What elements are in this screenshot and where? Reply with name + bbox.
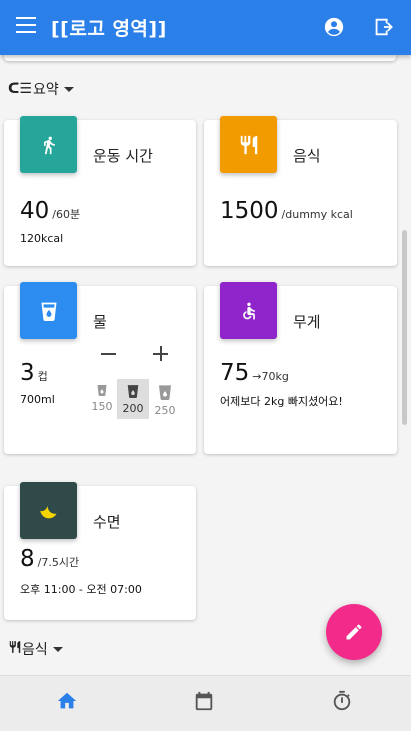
weight-card[interactable]: 무게 75 →70kg 어제보다 2kg 빠지셨어요! (204, 282, 397, 454)
sleep-value-row: 8/7.5시간 (20, 546, 79, 572)
pencil-icon (346, 624, 362, 640)
cup-option-200[interactable]: 200 (117, 379, 149, 419)
food-section-label: 음식 (22, 642, 48, 658)
exercise-title: 운동 시간 (93, 147, 153, 165)
food-unit: /dummy kcal (281, 208, 353, 221)
cup-option-label: 250 (154, 404, 176, 417)
food-card[interactable]: 음식 1500/dummy kcal (204, 116, 397, 266)
account-circle-icon[interactable] (323, 16, 345, 38)
exercise-value-row: 40/60분 (20, 198, 80, 224)
caret-down-icon (63, 86, 74, 92)
water-title: 물 (93, 313, 107, 331)
water-cup-icon (20, 282, 77, 339)
restaurant-icon (8, 639, 22, 659)
exercise-unit: /60분 (52, 208, 81, 221)
water-value: 3 (20, 360, 35, 386)
scrollbar-thumb[interactable] (402, 230, 407, 425)
water-stepper (101, 343, 171, 365)
water-card[interactable]: 물 3컵 700ml 150 200 250 (4, 282, 196, 454)
exercise-kcal: 120kcal (20, 232, 64, 245)
exercise-card[interactable]: 운동 시간 40/60분 120kcal (4, 116, 196, 266)
cup-option-label: 200 (122, 402, 144, 415)
cup-option-150[interactable]: 150 (86, 379, 118, 419)
summary-label: 요약 (32, 82, 59, 98)
bottom-navigation (0, 675, 411, 731)
walk-icon (20, 116, 77, 173)
calendar-icon[interactable] (193, 690, 217, 714)
timer-icon[interactable] (331, 690, 355, 714)
menu-icon[interactable] (16, 17, 36, 35)
caret-down-icon (52, 646, 63, 652)
food-value-row: 1500/dummy kcal (220, 198, 353, 224)
cup-option-250[interactable]: 250 (149, 379, 181, 419)
food-title: 음식 (293, 147, 321, 165)
weight-title: 무게 (293, 313, 321, 331)
sleep-card[interactable]: 수면 8/7.5시간 오후 11:00 - 오전 07:00 (4, 482, 196, 620)
sleep-goal: /7.5시간 (37, 556, 80, 569)
accessible-icon (220, 282, 277, 339)
food-value: 1500 (220, 198, 279, 224)
food-section-header[interactable]: 음식 (8, 639, 63, 659)
home-icon[interactable] (56, 690, 80, 714)
summary-icon: ᑕ☰ (8, 81, 32, 97)
weight-value-row: 75 →70kg (220, 360, 289, 386)
cup-option-label: 150 (91, 400, 113, 413)
sleep-time-range: 오후 11:00 - 오전 07:00 (20, 583, 142, 596)
moon-icon (20, 482, 77, 539)
sleep-value: 8 (20, 546, 35, 572)
edit-fab-button[interactable] (326, 604, 382, 660)
water-unit: 컵 (37, 370, 48, 383)
summary-section-header[interactable]: ᑕ☰ 요약 (8, 79, 74, 99)
restaurant-icon (220, 116, 277, 173)
decrease-icon[interactable] (101, 353, 116, 355)
water-value-row: 3컵 (20, 360, 48, 386)
water-ml: 700ml (20, 393, 55, 406)
weight-message: 어제보다 2kg 빠지셨어요! (220, 395, 343, 408)
sleep-title: 수면 (93, 513, 121, 531)
exercise-value: 40 (20, 198, 50, 224)
weight-target: →70kg (252, 370, 289, 383)
app-bar: [[로고 영역]] (0, 0, 411, 55)
weight-value: 75 (220, 360, 250, 386)
logo-area[interactable]: [[로고 영역]] (51, 14, 167, 41)
logout-icon[interactable] (372, 16, 394, 38)
